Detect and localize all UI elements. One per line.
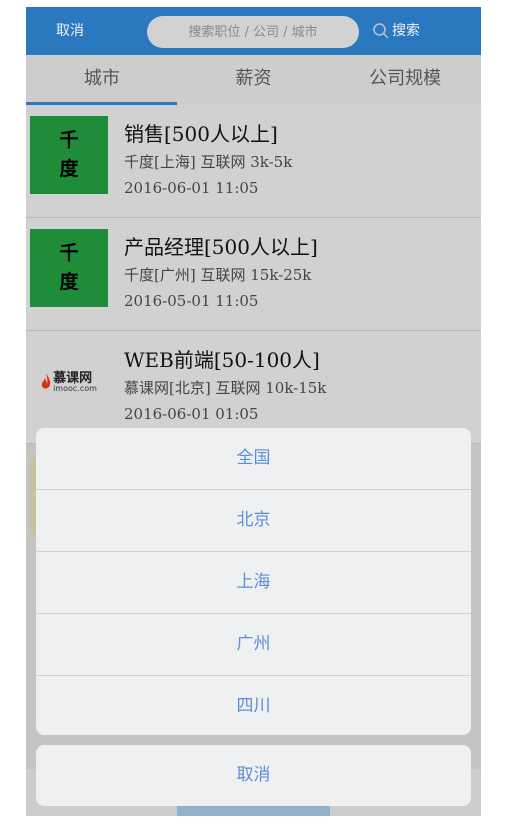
job-meta: 慕课网[北京] 互联网 10k-15k [124,379,327,397]
job-date: 2016-06-01 01:05 [124,405,259,423]
filter-tabs: 城市 薪资 公司规模 [26,55,481,105]
flame-icon [41,373,51,389]
city-action-sheet: 全国 北京 上海 广州 四川 [36,428,471,735]
job-list-item[interactable]: 千 度 产品经理[500人以上] 千度[广州] 互联网 15k-25k 2016… [26,218,481,331]
sheet-option-beijing[interactable]: 北京 [36,490,471,552]
job-title: 产品经理[500人以上] [124,235,318,259]
logo-char: 度 [59,271,79,293]
sheet-option-sichuan[interactable]: 四川 [36,676,471,735]
search-box[interactable] [147,16,359,48]
company-logo: 千 度 [30,116,108,194]
job-date: 2016-06-01 11:05 [124,179,259,197]
search-button-label: 搜索 [392,23,420,39]
tab-salary[interactable]: 薪资 [178,55,330,105]
logo-char: 度 [59,158,79,180]
tab-city[interactable]: 城市 [26,55,178,105]
sheet-option-guangzhou[interactable]: 广州 [36,614,471,676]
search-icon [373,23,389,39]
company-logo: 千 度 [30,229,108,307]
job-meta: 千度[广州] 互联网 15k-25k [124,266,312,284]
header-cancel-button[interactable]: 取消 [56,7,84,55]
job-list-item[interactable]: 千 度 销售[500人以上] 千度[上海] 互联网 3k-5k 2016-06-… [26,105,481,218]
imooc-logo-domain: imooc.com [53,383,97,393]
job-title: WEB前端[50-100人] [124,348,320,372]
job-meta: 千度[上海] 互联网 3k-5k [124,153,293,171]
job-date: 2016-05-01 11:05 [124,292,259,310]
search-button[interactable]: 搜索 [372,7,420,55]
logo-char: 千 [59,128,79,151]
search-input[interactable] [147,16,359,48]
imooc-logo-text: 慕课网 imooc.com [53,372,97,393]
imooc-logo: 慕课网 imooc.com [30,362,108,402]
top-bar: 取消 搜索 [26,7,481,55]
tab-company-size[interactable]: 公司规模 [329,55,481,105]
sheet-cancel-button[interactable]: 取消 [36,745,471,806]
sheet-option-shanghai[interactable]: 上海 [36,552,471,614]
logo-char: 千 [59,241,79,264]
sheet-option-all[interactable]: 全国 [36,428,471,490]
job-title: 销售[500人以上] [124,122,278,146]
imooc-logo-name: 慕课网 [53,370,93,386]
